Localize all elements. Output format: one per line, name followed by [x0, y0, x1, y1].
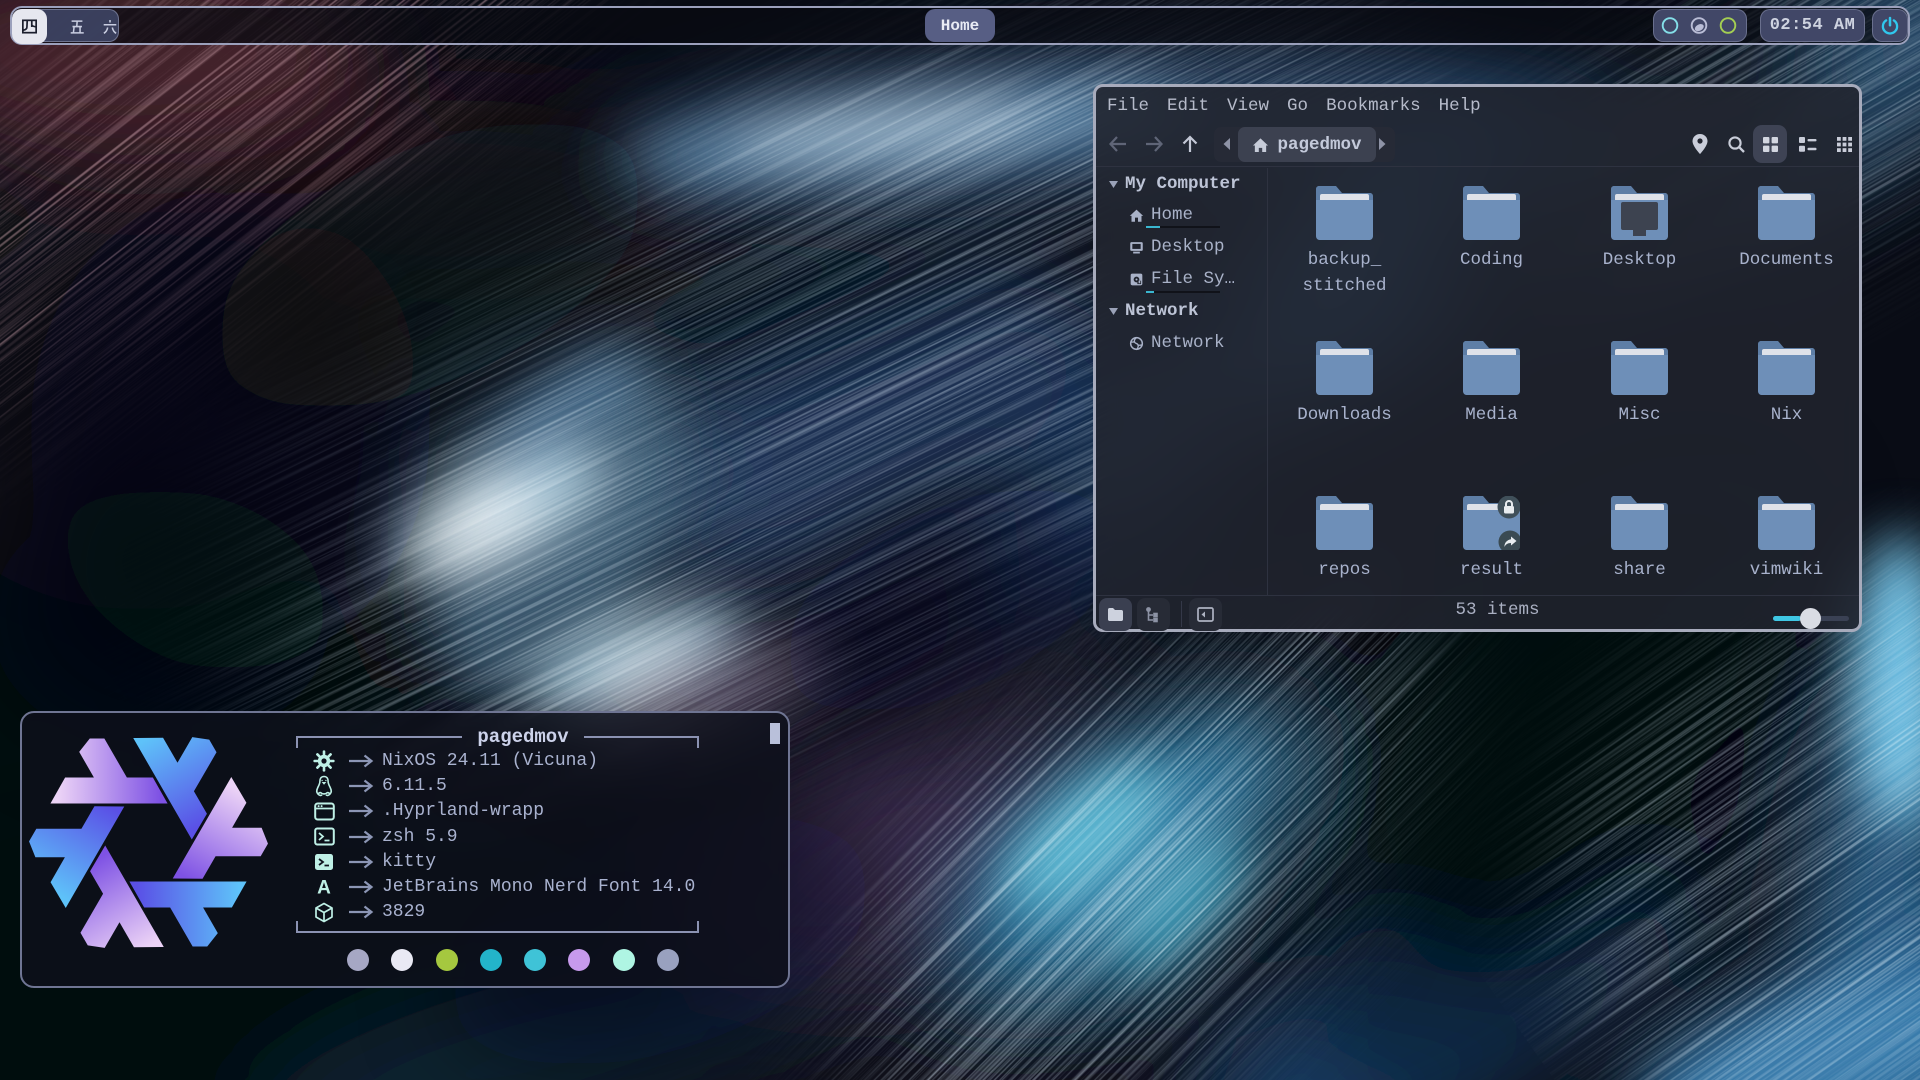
- svg-text:A: A: [317, 878, 331, 898]
